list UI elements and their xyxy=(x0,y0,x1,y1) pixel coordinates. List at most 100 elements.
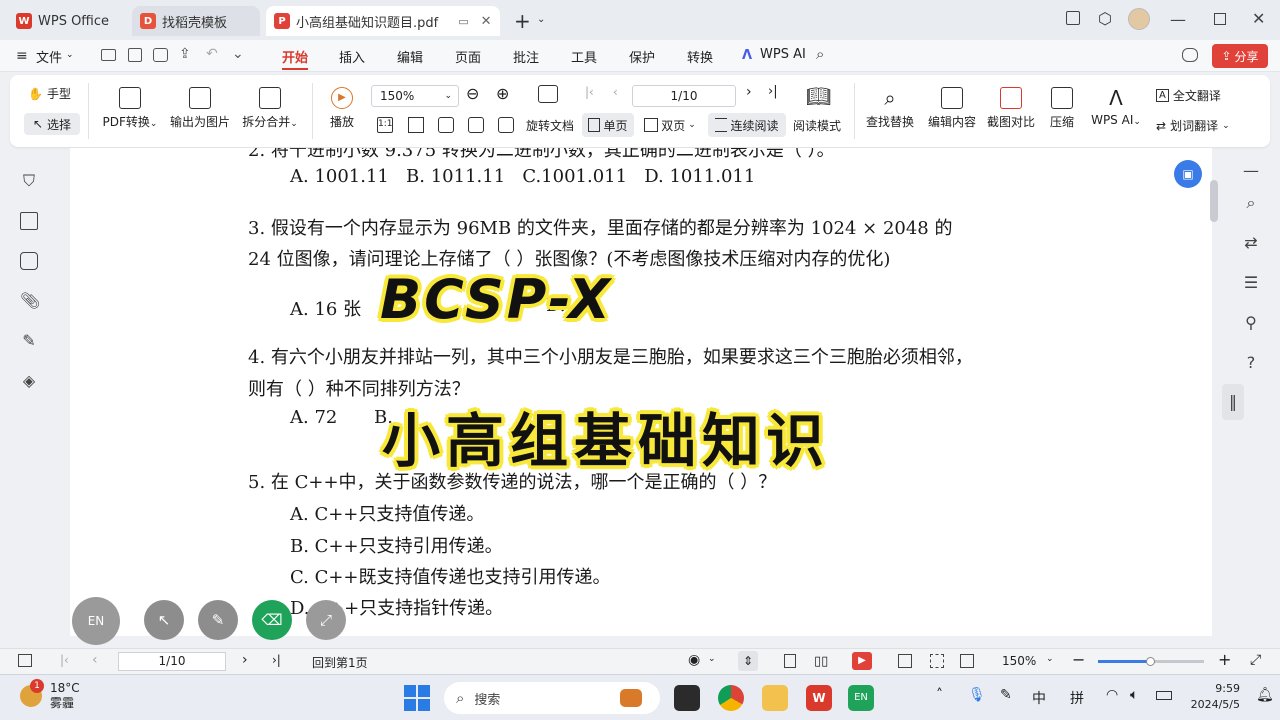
zoom-select[interactable]: 150% ⌄ xyxy=(371,85,459,107)
play-icon[interactable]: ▶ xyxy=(852,652,872,670)
close-window-icon[interactable]: ✕ xyxy=(1252,9,1265,28)
hand-tool[interactable]: ✋ 手型 xyxy=(28,85,71,102)
weather-widget[interactable]: 1 18°C 雾霾 xyxy=(20,679,80,711)
tabs-view-icon[interactable] xyxy=(1066,11,1080,25)
eye-icon[interactable]: ◉ xyxy=(688,652,700,668)
chrome-app-icon[interactable] xyxy=(718,685,744,711)
status-zoom-value[interactable]: 150% xyxy=(1002,654,1036,668)
menu-convert[interactable]: 转换 xyxy=(687,47,713,66)
first-page-icon[interactable]: |‹ xyxy=(60,653,69,667)
close-tab-icon[interactable]: ✕ xyxy=(481,14,492,29)
windows-start-icon[interactable] xyxy=(404,685,430,711)
next-page-icon[interactable]: › xyxy=(242,652,248,668)
single-view-icon[interactable] xyxy=(784,654,796,668)
menu-page[interactable]: 页面 xyxy=(455,47,481,66)
prev-page-icon[interactable]: ‹ xyxy=(92,652,98,668)
wps-ai-icon[interactable]: Ʌ xyxy=(742,48,752,63)
clock[interactable]: 9:59 2024/5/5 xyxy=(1188,681,1240,713)
export-icon[interactable]: ⇪ xyxy=(179,46,191,62)
new-tab-icon[interactable]: + xyxy=(514,9,531,33)
hamburger-icon[interactable]: ≡ xyxy=(16,48,28,64)
crop-view-icon[interactable] xyxy=(960,654,974,668)
compress-button[interactable]: 压缩 xyxy=(1044,87,1080,130)
menu-annotate[interactable]: 批注 xyxy=(513,47,539,66)
window-icon[interactable]: ▭ xyxy=(458,15,468,28)
chevron-down-icon[interactable]: ⌄ xyxy=(1046,654,1054,664)
first-page-icon[interactable]: |‹ xyxy=(585,85,594,99)
briefcase-app-icon[interactable] xyxy=(620,689,642,707)
rotate-doc-icon[interactable] xyxy=(538,85,558,103)
continuous-read-button[interactable]: 连续阅读 xyxy=(708,113,786,137)
save-icon[interactable] xyxy=(128,48,142,62)
continuous-view-icon[interactable]: ⇕ xyxy=(738,651,758,671)
translate-icon[interactable]: ⇄ xyxy=(1242,234,1260,252)
menu-start[interactable]: 开始 xyxy=(282,47,308,66)
export-image-button[interactable]: 输出为图片 xyxy=(168,87,232,130)
pdf-convert-button[interactable]: PDF转换⌄ xyxy=(100,87,160,130)
select-tool[interactable]: ↖ 选择 xyxy=(24,113,80,135)
wps-app-icon[interactable]: W xyxy=(806,685,832,711)
restore-icon[interactable] xyxy=(1214,13,1226,25)
collapse-handle-icon[interactable]: ‖ xyxy=(1222,384,1244,420)
signature-icon[interactable]: ✎ xyxy=(20,332,38,350)
zoom-out-icon[interactable]: − xyxy=(1072,650,1085,669)
file-menu[interactable]: 文件 xyxy=(36,47,62,66)
redo-icon[interactable]: ⌄ xyxy=(232,46,244,62)
double-view-icon[interactable]: ▯▯ xyxy=(814,654,828,669)
search-icon[interactable]: ⌕ xyxy=(816,45,824,63)
menu-tools[interactable]: 工具 xyxy=(571,47,597,66)
read-aloud-icon[interactable]: ⚲ xyxy=(1242,314,1260,332)
tab-docer[interactable]: D 找稻壳模板 xyxy=(132,6,260,36)
tray-chevron-icon[interactable]: ˄ xyxy=(936,687,943,703)
fit-page-icon[interactable] xyxy=(930,654,944,668)
minimize-icon[interactable]: — xyxy=(1170,10,1186,29)
read-mode-icon[interactable]: 📖︎ xyxy=(806,84,831,108)
layers-icon[interactable]: ◈ xyxy=(20,372,38,390)
rotate-doc-label[interactable]: 旋转文档 xyxy=(526,117,574,134)
last-page-icon[interactable]: ›| xyxy=(768,84,778,99)
chevron-down-icon[interactable]: ⌄ xyxy=(66,50,74,60)
menu-wps-ai[interactable]: WPS AI xyxy=(760,47,806,62)
en-app-icon[interactable]: EN xyxy=(848,685,874,711)
menu-insert[interactable]: 插入 xyxy=(339,47,365,66)
floating-pen-button[interactable]: ✎ xyxy=(198,600,238,640)
cube-icon[interactable]: ⬡ xyxy=(1098,9,1112,28)
menu-edit[interactable]: 编辑 xyxy=(397,47,423,66)
single-page-button[interactable]: 单页 xyxy=(582,113,634,137)
rotate-right-icon[interactable] xyxy=(498,117,514,133)
chat-icon[interactable] xyxy=(1182,48,1198,62)
zoom-in-icon[interactable]: ⊕ xyxy=(496,84,509,103)
attachment-icon[interactable]: 📎︎ xyxy=(20,292,40,310)
notification-icon[interactable]: 🔔︎ xyxy=(1256,687,1274,703)
floating-eraser-button[interactable]: ⌫ xyxy=(252,600,292,640)
floating-pointer-button[interactable]: ↖ xyxy=(144,600,184,640)
fit-width-icon[interactable]: 1:1 xyxy=(377,117,393,133)
undo-icon[interactable]: ↶ xyxy=(206,46,218,62)
help-icon[interactable]: ? xyxy=(1242,354,1260,372)
folder-app-icon[interactable] xyxy=(762,685,788,711)
rotate-icon[interactable] xyxy=(468,117,484,133)
microphone-icon[interactable]: 🎙︎ xyxy=(968,687,986,703)
zoom-out-icon[interactable]: ⊖ xyxy=(466,84,479,103)
vertical-scrollbar[interactable] xyxy=(1210,180,1218,222)
menu-lines-icon[interactable]: — xyxy=(1242,162,1260,180)
terminal-app-icon[interactable] xyxy=(674,685,700,711)
word-translate-button[interactable]: ⇄ 划词翻译 ⌄ xyxy=(1156,117,1230,134)
tab-wps-office[interactable]: W WPS Office xyxy=(8,6,124,36)
read-mode-label[interactable]: 阅读模式 xyxy=(793,117,841,134)
chevron-down-icon[interactable]: ⌄ xyxy=(708,654,716,664)
sidebar-toggle-icon[interactable] xyxy=(18,654,32,667)
search-icon[interactable]: ⌕ xyxy=(1242,194,1260,212)
fit-page-icon[interactable] xyxy=(408,117,424,133)
page-tools-icon[interactable]: ▣ xyxy=(1174,160,1202,188)
screenshot-compare-button[interactable]: 截图对比 xyxy=(982,87,1040,130)
wps-ai-button[interactable]: Ʌ WPS AI⌄ xyxy=(1088,87,1144,127)
thumbnail-icon[interactable] xyxy=(20,212,38,230)
share-button[interactable]: ⇪ 分享 xyxy=(1212,44,1268,68)
fullscreen-icon[interactable]: ⤢ xyxy=(1250,652,1261,668)
open-folder-icon[interactable] xyxy=(101,49,116,61)
ime-language[interactable]: 中 xyxy=(1032,688,1046,708)
wifi-icon[interactable]: ◠ xyxy=(1106,687,1118,703)
tab-pdf-document[interactable]: P 小高组基础知识题目.pdf ▭ ✕ xyxy=(266,6,500,36)
page-input[interactable]: 1/10 xyxy=(632,85,736,107)
